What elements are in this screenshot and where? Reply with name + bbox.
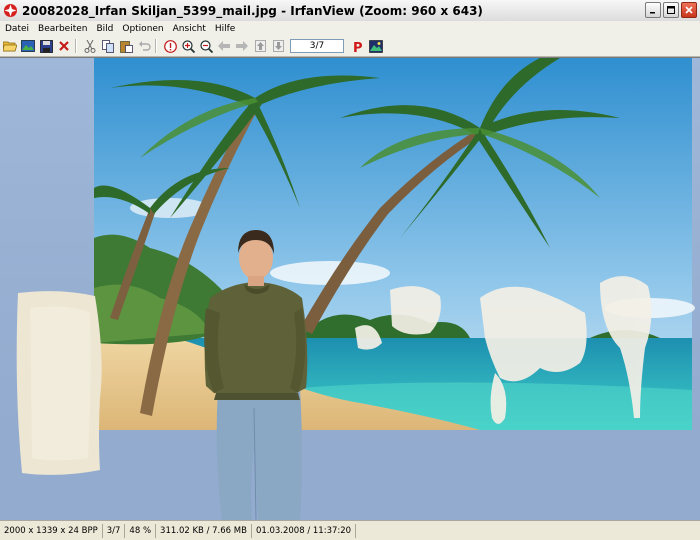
page-indicator-field[interactable]: 3/7 xyxy=(290,39,344,53)
image-viewport[interactable] xyxy=(0,57,700,520)
window-title: 20082028_Irfan Skiljan_5399_mail.jpg - I… xyxy=(22,3,483,18)
info-icon xyxy=(163,39,177,53)
cut-button[interactable] xyxy=(82,38,98,54)
first-button[interactable] xyxy=(252,38,268,54)
arrow-right-icon xyxy=(236,41,248,51)
open-button[interactable] xyxy=(2,38,18,54)
slideshow-icon xyxy=(21,40,35,52)
save-icon xyxy=(39,39,53,53)
undo-icon xyxy=(138,41,151,51)
status-filesize: 311.02 KB / 7.66 MB xyxy=(156,523,252,538)
open-folder-icon xyxy=(3,41,17,52)
title-bar[interactable]: 20082028_Irfan Skiljan_5399_mail.jpg - I… xyxy=(0,0,700,22)
menu-datei[interactable]: Datei xyxy=(0,24,33,34)
status-index: 3/7 xyxy=(103,523,126,538)
menu-bar: Datei Bearbeiten Bild Optionen Ansicht H… xyxy=(0,21,700,37)
cut-icon xyxy=(84,39,96,53)
thumbnails-icon xyxy=(369,39,383,53)
status-bar: 2000 x 1339 x 24 BPP 3/7 48 % 311.02 KB … xyxy=(0,520,700,540)
menu-bearbeiten[interactable]: Bearbeiten xyxy=(33,24,91,34)
minimize-button[interactable] xyxy=(645,2,661,18)
zoom-out-button[interactable] xyxy=(198,38,214,54)
save-button[interactable] xyxy=(38,38,54,54)
menu-bild[interactable]: Bild xyxy=(91,24,117,34)
delete-icon xyxy=(59,41,69,51)
zoom-in-button[interactable] xyxy=(180,38,196,54)
first-icon xyxy=(254,40,266,52)
status-zoom: 48 % xyxy=(125,523,157,538)
svg-text:P: P xyxy=(353,41,363,53)
minimize-icon xyxy=(650,12,655,14)
previous-button[interactable] xyxy=(216,38,232,54)
last-icon xyxy=(272,40,284,52)
close-button[interactable] xyxy=(681,2,697,18)
copy-icon xyxy=(101,39,114,53)
print-button[interactable]: P xyxy=(350,38,366,54)
status-datetime: 01.03.2008 / 11:37:20 xyxy=(252,523,357,538)
menu-optionen[interactable]: Optionen xyxy=(117,24,167,34)
arrow-left-icon xyxy=(218,41,230,51)
thumbnails-button[interactable] xyxy=(368,38,384,54)
paste-icon xyxy=(119,40,133,53)
status-dimensions: 2000 x 1339 x 24 BPP xyxy=(0,523,103,538)
last-button[interactable] xyxy=(270,38,286,54)
zoom-out-icon xyxy=(199,39,213,53)
delete-button[interactable] xyxy=(56,38,72,54)
menu-ansicht[interactable]: Ansicht xyxy=(168,24,210,34)
toolbar: 3/7 P xyxy=(0,36,700,57)
info-button[interactable] xyxy=(162,38,178,54)
zoom-in-icon xyxy=(181,39,195,53)
slideshow-button[interactable] xyxy=(20,38,36,54)
irfanview-window: 20082028_Irfan Skiljan_5399_mail.jpg - I… xyxy=(0,0,700,540)
paste-button[interactable] xyxy=(118,38,134,54)
next-button[interactable] xyxy=(234,38,250,54)
maximize-button[interactable] xyxy=(663,2,679,18)
print-icon: P xyxy=(353,41,363,53)
copy-button[interactable] xyxy=(100,38,116,54)
menu-hilfe[interactable]: Hilfe xyxy=(210,24,239,34)
displayed-photo xyxy=(0,58,700,520)
undo-button[interactable] xyxy=(136,38,152,54)
maximize-icon xyxy=(667,6,675,14)
irfanview-app-icon xyxy=(4,4,17,17)
close-icon xyxy=(685,6,693,14)
